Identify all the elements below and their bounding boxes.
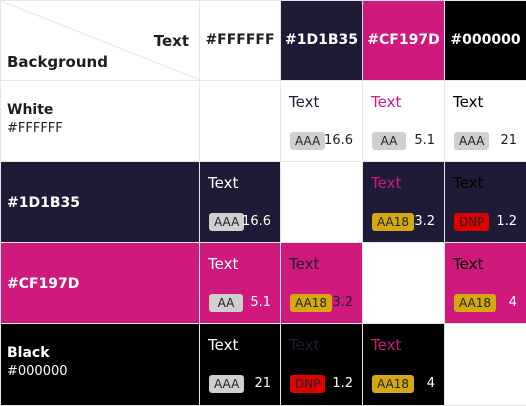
contrast-ratio: 3.2 bbox=[414, 214, 435, 229]
contrast-ratio: 1.2 bbox=[332, 376, 353, 391]
sample-text: Text bbox=[453, 93, 483, 111]
table-row: Black #000000 Text AAA 21 Text DNP 1.2 T… bbox=[1, 324, 526, 406]
sample-text: Text bbox=[208, 255, 238, 273]
sample-text: Text bbox=[289, 255, 319, 273]
row-name: Black bbox=[7, 344, 199, 363]
sample-text: Text bbox=[371, 336, 401, 354]
contrast-cell: Text AAA 16.6 bbox=[200, 162, 281, 243]
sample-text: Text bbox=[208, 174, 238, 192]
contrast-cell: Text AAA 16.6 bbox=[281, 81, 363, 162]
contrast-cell: Text AA18 3.2 bbox=[363, 162, 445, 243]
empty-cell bbox=[445, 324, 526, 406]
contrast-ratio: 5.1 bbox=[414, 133, 435, 148]
contrast-ratio: 16.6 bbox=[324, 133, 353, 148]
contrast-cell: Text AA18 3.2 bbox=[281, 243, 363, 324]
contrast-ratio: 1.2 bbox=[496, 214, 517, 229]
empty-cell bbox=[200, 81, 281, 162]
rating-badge: DNP bbox=[290, 375, 325, 393]
rating-badge: AA bbox=[372, 132, 406, 150]
rating-badge: AAA bbox=[209, 213, 244, 231]
row-header: Black #000000 bbox=[1, 324, 200, 406]
contrast-ratio: 21 bbox=[254, 376, 271, 391]
sample-text: Text bbox=[453, 174, 483, 192]
table-row: White #FFFFFF Text AAA 16.6 Text AA 5.1 … bbox=[1, 81, 526, 162]
row-hex: #000000 bbox=[7, 363, 199, 380]
contrast-grid: Text Background #FFFFFF #1D1B35 #CF197D … bbox=[0, 0, 526, 406]
contrast-ratio: 4 bbox=[509, 295, 517, 310]
contrast-cell: Text AAA 21 bbox=[200, 324, 281, 406]
contrast-ratio: 3.2 bbox=[332, 295, 353, 310]
row-name: #CF197D bbox=[7, 275, 199, 294]
column-header-3: #000000 bbox=[445, 1, 526, 81]
column-header-2: #CF197D bbox=[363, 1, 445, 81]
sample-text: Text bbox=[371, 93, 401, 111]
sample-text: Text bbox=[453, 255, 483, 273]
column-header-1: #1D1B35 bbox=[281, 1, 363, 81]
contrast-ratio: 16.6 bbox=[242, 214, 271, 229]
contrast-cell: Text AA 5.1 bbox=[363, 81, 445, 162]
row-header: White #FFFFFF bbox=[1, 81, 200, 162]
contrast-ratio: 21 bbox=[500, 133, 517, 148]
column-header-0: #FFFFFF bbox=[200, 1, 281, 81]
empty-cell bbox=[363, 243, 445, 324]
row-name: White bbox=[7, 101, 199, 120]
text-axis-label: Text bbox=[154, 32, 189, 50]
rating-badge: AAA bbox=[209, 375, 244, 393]
contrast-cell: Text DNP 1.2 bbox=[445, 162, 526, 243]
row-header: #1D1B35 bbox=[1, 162, 200, 243]
rating-badge: AA18 bbox=[290, 294, 332, 312]
rating-badge: DNP bbox=[454, 213, 489, 231]
empty-cell bbox=[281, 162, 363, 243]
rating-badge: AAA bbox=[454, 132, 489, 150]
row-name: #1D1B35 bbox=[7, 194, 199, 213]
background-axis-label: Background bbox=[7, 53, 108, 71]
contrast-cell: Text AA18 4 bbox=[445, 243, 526, 324]
header-row: Text Background #FFFFFF #1D1B35 #CF197D … bbox=[1, 1, 526, 81]
table-row: #1D1B35 Text AAA 16.6 Text AA18 3.2 Text… bbox=[1, 162, 526, 243]
column-header-label: #1D1B35 bbox=[285, 32, 358, 48]
sample-text: Text bbox=[289, 336, 319, 354]
sample-text: Text bbox=[371, 174, 401, 192]
table-row: #CF197D Text AA 5.1 Text AA18 3.2 Text A… bbox=[1, 243, 526, 324]
rating-badge: AAA bbox=[290, 132, 325, 150]
corner-cell: Text Background bbox=[1, 1, 200, 81]
contrast-cell: Text AA18 4 bbox=[363, 324, 445, 406]
column-header-label: #FFFFFF bbox=[205, 32, 274, 48]
contrast-ratio: 4 bbox=[427, 376, 435, 391]
contrast-cell: Text AA 5.1 bbox=[200, 243, 281, 324]
contrast-cell: Text DNP 1.2 bbox=[281, 324, 363, 406]
rating-badge: AA18 bbox=[372, 375, 414, 393]
rating-badge: AA bbox=[209, 294, 243, 312]
rating-badge: AA18 bbox=[454, 294, 496, 312]
rating-badge: AA18 bbox=[372, 213, 414, 231]
sample-text: Text bbox=[289, 93, 319, 111]
sample-text: Text bbox=[208, 336, 238, 354]
contrast-ratio: 5.1 bbox=[250, 295, 271, 310]
row-hex: #FFFFFF bbox=[7, 120, 199, 137]
column-header-label: #000000 bbox=[450, 32, 520, 48]
contrast-cell: Text AAA 21 bbox=[445, 81, 526, 162]
row-header: #CF197D bbox=[1, 243, 200, 324]
column-header-label: #CF197D bbox=[367, 32, 439, 48]
